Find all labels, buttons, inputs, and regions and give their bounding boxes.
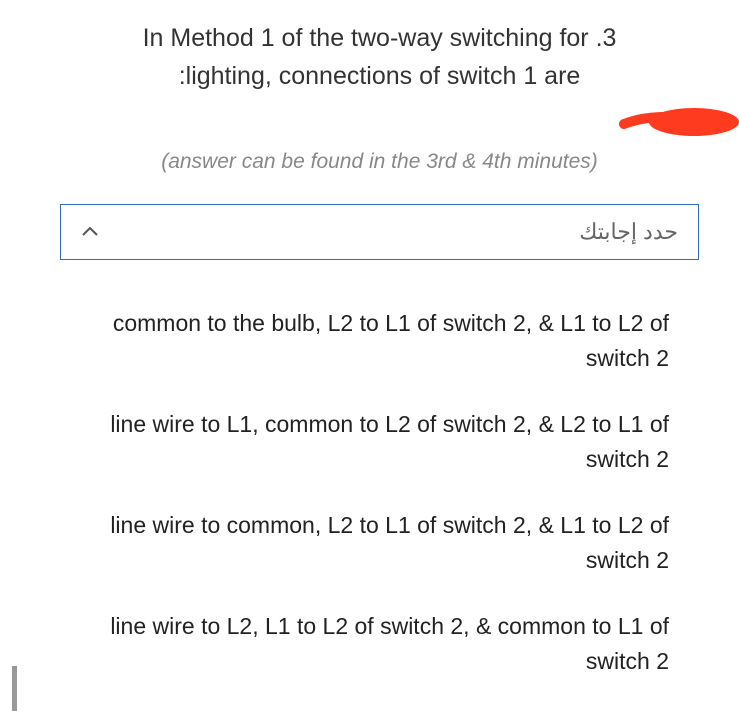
question-container: In Method 1 of the two-way switching for…	[60, 20, 699, 704]
answer-dropdown[interactable]: حدد إجابتك	[60, 204, 699, 260]
question-line-1: In Method 1 of the two-way switching for…	[143, 24, 617, 52]
question-line-2: :lighting, connections of switch 1 are	[179, 62, 581, 90]
option-item[interactable]: line wire to L2, L1 to L2 of switch 2, &…	[60, 593, 699, 694]
chevron-up-icon	[81, 223, 99, 241]
option-item[interactable]: line wire to L1, common to L2 of switch …	[60, 391, 699, 492]
side-marker	[12, 666, 17, 711]
option-item[interactable]: line wire to common, L2 to L1 of switch …	[60, 492, 699, 593]
option-item[interactable]: common to the bulb, L2 to L1 of switch 2…	[60, 290, 699, 391]
hint-text: (answer can be found in the 3rd & 4th mi…	[60, 150, 699, 174]
dropdown-placeholder: حدد إجابتك	[579, 219, 678, 245]
options-list: common to the bulb, L2 to L1 of switch 2…	[60, 280, 699, 704]
question-text: In Method 1 of the two-way switching for…	[60, 20, 699, 95]
highlight-mark	[619, 102, 739, 142]
